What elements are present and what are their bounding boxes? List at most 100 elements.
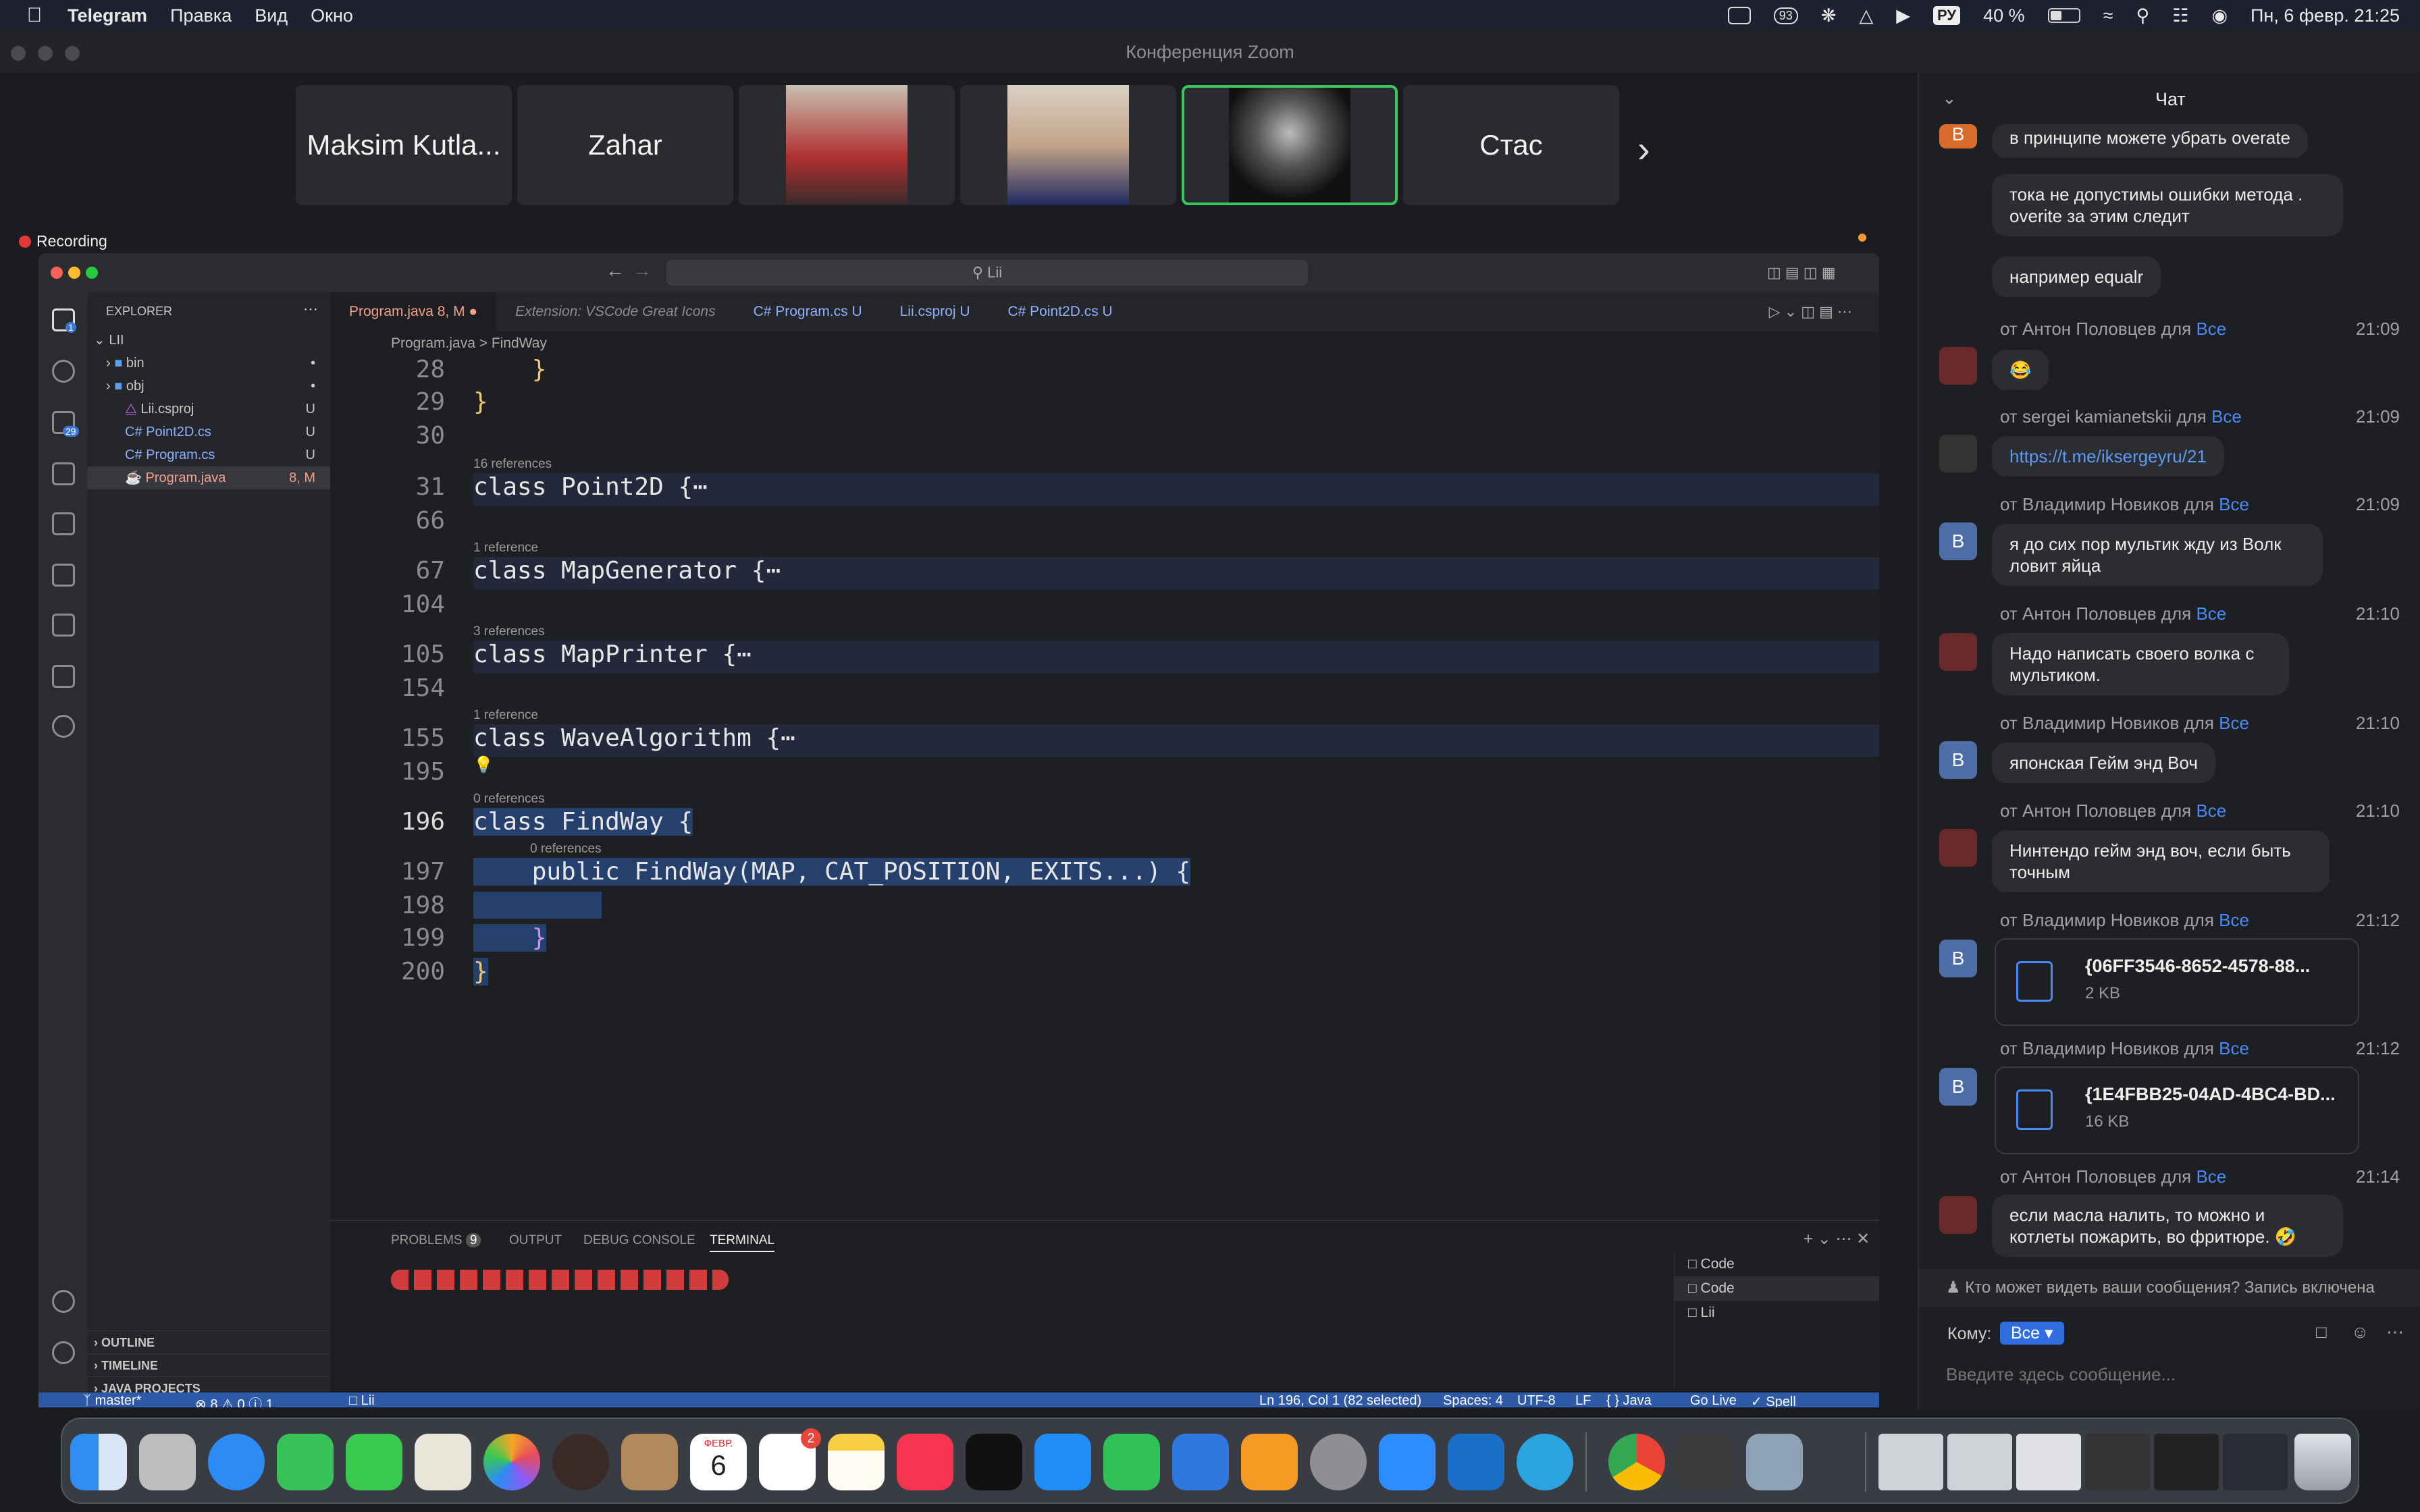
terminal-item[interactable]: □ Code	[1675, 1252, 1879, 1276]
input-language[interactable]: РУ	[1932, 6, 1961, 25]
finder-icon[interactable]	[70, 1434, 127, 1490]
apple-tv-icon[interactable]	[966, 1434, 1022, 1490]
menu-app-name[interactable]: Telegram	[68, 5, 147, 26]
cursor-position[interactable]: Ln 196, Col 1 (82 selected)	[1259, 1393, 1421, 1407]
recipient-link[interactable]: Все	[2211, 406, 2242, 427]
code-lens[interactable]: 16 references	[473, 457, 552, 472]
window-thumbnail[interactable]	[1878, 1434, 1943, 1490]
back-arrow-icon[interactable]: ←	[606, 260, 625, 281]
tree-item-obj[interactable]: › ■ obj •	[87, 375, 330, 398]
more-icon[interactable]: ⋯	[303, 300, 318, 318]
go-live-status[interactable]: Go Live	[1690, 1393, 1737, 1407]
message-bubble[interactable]: в принципе можете убрать overate	[1992, 124, 2308, 158]
message-bubble[interactable]: я до сих пор мультик жду из Волк ловит я…	[1992, 524, 2323, 586]
problems-status[interactable]: ⊗ 8 ⚠ 0 ⓘ 1	[195, 1393, 273, 1407]
vscode-minimize-button[interactable]	[68, 267, 80, 279]
language-status[interactable]: { } Java	[1606, 1393, 1652, 1407]
battery-percent[interactable]: 40 %	[1983, 5, 2025, 26]
code-lens[interactable]: 3 references	[473, 624, 545, 639]
menu-item-edit[interactable]: Правка	[170, 5, 232, 26]
zoom-icon[interactable]	[1379, 1434, 1436, 1490]
app-icon[interactable]	[552, 1434, 609, 1490]
terminal-item[interactable]: □ Lii	[1675, 1301, 1879, 1325]
message-bubble[interactable]: Нинтендо гейм энд воч, если быть точным	[1992, 830, 2330, 892]
system-settings-icon[interactable]	[1310, 1434, 1367, 1490]
tree-item-point2d[interactable]: C# Point2D.cs U	[87, 421, 330, 443]
pages-icon[interactable]	[1241, 1434, 1298, 1490]
active-speaker-tile[interactable]	[1182, 85, 1398, 205]
tab-extension[interactable]: Extension: VSCode Great Icons	[496, 292, 735, 331]
tab-csproj[interactable]: Lii.csproj U	[881, 292, 989, 331]
tree-item-program-java[interactable]: ☕ Program.java 8, M	[87, 466, 330, 489]
tree-root[interactable]: ⌄ LII	[87, 329, 330, 352]
recipient-dropdown[interactable]: Все ▾	[2000, 1322, 2064, 1345]
keynote-icon[interactable]	[1172, 1434, 1229, 1490]
code-editor[interactable]: 28 } 29 } 30 16 references 31 class Poin…	[330, 356, 1879, 1226]
message-bubble[interactable]: например equalr	[1992, 256, 2161, 297]
search-icon[interactable]	[52, 360, 75, 383]
participant-tile[interactable]: Zahar	[517, 85, 733, 205]
photos-icon[interactable]	[483, 1434, 540, 1490]
battery-icon[interactable]	[2047, 8, 2080, 23]
next-page-chevron-icon[interactable]: ›	[1637, 127, 1650, 171]
docker-icon[interactable]	[52, 715, 75, 738]
recipient-link[interactable]: Все	[2219, 494, 2249, 514]
calendar-icon[interactable]: ФЕВР. 6	[690, 1434, 747, 1490]
emoji-icon[interactable]: ☺	[2351, 1322, 2369, 1343]
recipient-link[interactable]: Все	[2219, 713, 2249, 733]
tab-terminal[interactable]: TERMINAL	[710, 1233, 775, 1252]
recipient-link[interactable]: Все	[2196, 319, 2226, 339]
tab-program-cs[interactable]: C# Program.cs U	[735, 292, 881, 331]
tab-problems[interactable]: PROBLEMS 9	[391, 1233, 481, 1248]
collapse-chevron-icon[interactable]: ⌄	[1942, 88, 1957, 109]
lightbulb-icon[interactable]: 💡	[473, 755, 494, 774]
wifi-icon[interactable]: ≈	[2103, 5, 2113, 26]
tab-output[interactable]: OUTPUT	[509, 1233, 562, 1248]
panel-actions-icons[interactable]: + ⌄ ⋯ ✕	[1804, 1229, 1870, 1249]
docs-icon[interactable]	[52, 665, 75, 688]
testing-icon[interactable]	[52, 614, 75, 637]
tree-item-csproj[interactable]: ⧋ Lii.csproj U	[87, 398, 330, 421]
file-attachment[interactable]: {06FF3546-8652-4578-88... 2 KB	[1995, 938, 2359, 1026]
recipient-link[interactable]: Все	[2219, 910, 2249, 930]
close-window-button[interactable]	[11, 46, 26, 61]
launchpad-icon[interactable]	[139, 1434, 196, 1490]
remote-explorer-icon[interactable]	[52, 564, 75, 587]
message-bubble[interactable]: тока не допустимы ошибки метода . overit…	[1992, 174, 2343, 236]
car-icon[interactable]: △	[1859, 5, 1873, 26]
window-thumbnail[interactable]	[1947, 1434, 2012, 1490]
outline-section[interactable]: › OUTLINE	[87, 1330, 330, 1353]
eol-status[interactable]: LF	[1575, 1393, 1591, 1407]
message-link[interactable]: https://t.me/iksergeyru/21	[1992, 436, 2224, 477]
safari-icon[interactable]	[208, 1434, 265, 1490]
message-bubble[interactable]: Надо написать своего волка с мультиком.	[1992, 633, 2289, 695]
more-icon[interactable]: ⋯	[2386, 1322, 2404, 1343]
indentation-status[interactable]: Spaces: 4	[1443, 1393, 1503, 1407]
reminders-icon[interactable]: 2	[759, 1428, 821, 1490]
vscode-icon[interactable]	[1448, 1434, 1504, 1490]
message-bubble[interactable]: японская Гейм энд Воч	[1992, 742, 2215, 783]
code-lens[interactable]: 0 references	[473, 792, 545, 807]
apple-icon[interactable]: 	[24, 4, 45, 26]
chat-message-input[interactable]	[1946, 1358, 2392, 1390]
vscode-maximize-button[interactable]	[86, 267, 98, 279]
menu-item-window[interactable]: Окно	[311, 5, 353, 26]
tab-debug-console[interactable]: DEBUG CONSOLE	[583, 1233, 695, 1248]
datetime[interactable]: Пн, 6 февр. 21:25	[2251, 5, 2400, 26]
numbers-icon[interactable]	[1103, 1434, 1160, 1490]
file-attachment[interactable]: {1E4FBB25-04AD-4BC4-BD... 16 KB	[1995, 1066, 2359, 1154]
recipient-link[interactable]: Все	[2219, 1038, 2249, 1058]
participant-tile[interactable]: Стас	[1403, 85, 1619, 205]
zoom-status-icon[interactable]	[1727, 7, 1751, 24]
vscode-close-button[interactable]	[51, 267, 63, 279]
participant-video-tile[interactable]	[739, 85, 955, 205]
facetime-icon[interactable]	[277, 1434, 334, 1490]
play-icon[interactable]: ▶	[1896, 5, 1910, 26]
tab-point2d[interactable]: C# Point2D.cs U	[989, 292, 1132, 331]
fan-icon[interactable]: ❋	[1821, 5, 1837, 26]
telegram-icon[interactable]	[1517, 1434, 1573, 1490]
trash-icon[interactable]	[2294, 1434, 2351, 1490]
command-center-search[interactable]: ⚲ Lii	[666, 260, 1308, 286]
tree-item-program-cs[interactable]: C# Program.cs U	[87, 443, 330, 466]
music-icon[interactable]	[897, 1434, 953, 1490]
